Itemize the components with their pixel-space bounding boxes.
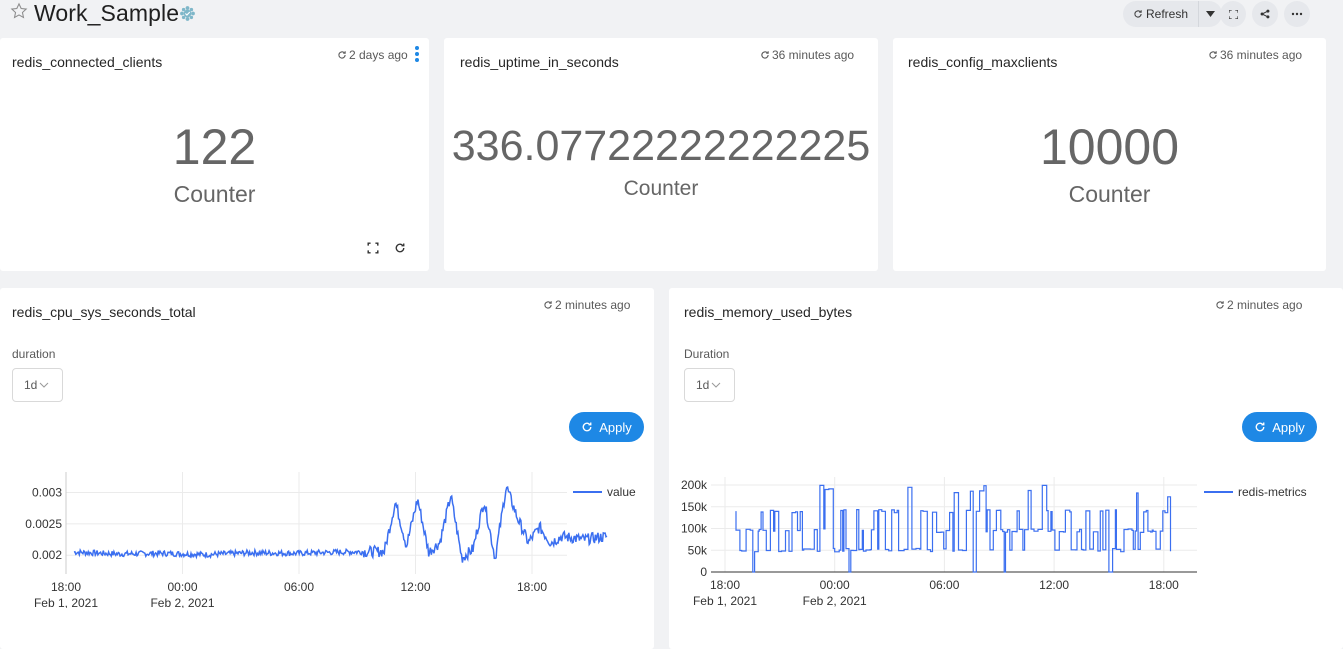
x-tick-label: 06:00 bbox=[284, 580, 314, 594]
more-button[interactable] bbox=[1284, 1, 1310, 27]
card-uptime: redis_uptime_in_seconds 36 minutes ago 3… bbox=[444, 38, 878, 271]
card-title: redis_memory_used_bytes bbox=[684, 304, 853, 320]
y-tick-label: 0.0025 bbox=[25, 517, 62, 531]
x-tick-sublabel: Feb 1, 2021 bbox=[693, 594, 757, 608]
legend-label: value bbox=[607, 485, 636, 499]
refresh-button-group: Refresh bbox=[1123, 1, 1223, 27]
y-tick-label: 0.003 bbox=[32, 486, 62, 500]
metric-value: 10000 bbox=[1039, 119, 1180, 175]
y-tick-label: 200k bbox=[681, 478, 708, 492]
star-icon[interactable] bbox=[10, 2, 28, 20]
refresh-icon bbox=[761, 51, 769, 59]
x-tick-label: 18:00 bbox=[51, 580, 81, 594]
x-tick-sublabel: Feb 2, 2021 bbox=[150, 596, 214, 608]
fullscreen-icon bbox=[1228, 9, 1238, 19]
refresh-label: Refresh bbox=[1146, 7, 1189, 21]
metric-subtitle: Counter bbox=[1068, 181, 1151, 207]
refresh-icon bbox=[544, 301, 552, 309]
card-cpu-sys: redis_cpu_sys_seconds_total 2 minutes ag… bbox=[0, 288, 654, 649]
cpu-line-chart: 0.002 0.0025 0.003 18:00 Feb 1, 2021 00:00 Feb… bbox=[25, 472, 636, 608]
refresh-icon bbox=[1134, 10, 1142, 18]
chevron-down-icon bbox=[712, 382, 721, 388]
metric-value: 122 bbox=[172, 119, 257, 175]
x-tick-label: 00:00 bbox=[167, 580, 197, 594]
last-updated: 36 minutes ago bbox=[760, 48, 854, 62]
duration-select[interactable]: 1d bbox=[12, 368, 63, 402]
caret-down-icon bbox=[1206, 11, 1216, 17]
dashboard-header: Work_Sample Refresh bbox=[0, 0, 1343, 30]
memory-line-chart: 0 50k 100k 150k 200k 18:00 Feb 1, 2021 00:00 Feb… bbox=[681, 477, 1307, 608]
card-title: redis_connected_clients bbox=[12, 54, 163, 70]
metric-value: 336.07722222222225 bbox=[451, 122, 871, 170]
y-tick-label: 0.002 bbox=[32, 548, 62, 562]
apply-button[interactable]: Apply bbox=[1242, 412, 1317, 442]
refresh-options-button[interactable] bbox=[1198, 1, 1222, 27]
last-updated: 2 days ago bbox=[337, 48, 408, 62]
kebab-menu-icon[interactable] bbox=[414, 46, 420, 64]
x-tick-label: 12:00 bbox=[1039, 578, 1069, 592]
duration-label: duration bbox=[12, 347, 56, 361]
card-maxclients: redis_config_maxclients 36 minutes ago 1… bbox=[893, 38, 1326, 271]
refresh-icon bbox=[1209, 51, 1217, 59]
y-tick-label: 0 bbox=[700, 565, 707, 579]
y-tick-label: 50k bbox=[688, 543, 708, 557]
y-tick-label: 150k bbox=[681, 500, 708, 514]
refresh-button[interactable]: Refresh bbox=[1123, 1, 1198, 27]
duration-select[interactable]: 1d bbox=[684, 368, 735, 402]
more-icon bbox=[1291, 12, 1303, 16]
duration-value: 1d bbox=[696, 378, 710, 392]
share-button[interactable] bbox=[1252, 1, 1278, 27]
x-tick-label: 00:00 bbox=[820, 578, 850, 592]
card-memory-used: redis_memory_used_bytes 2 minutes ago Du… bbox=[669, 288, 1343, 649]
refresh-icon bbox=[582, 422, 592, 432]
legend-label: redis-metrics bbox=[1238, 485, 1307, 499]
x-tick-label: 18:00 bbox=[517, 580, 547, 594]
x-tick-label: 18:00 bbox=[710, 578, 740, 592]
certified-icon bbox=[180, 6, 195, 21]
fullscreen-button[interactable] bbox=[1220, 1, 1246, 27]
card-title: redis_config_maxclients bbox=[908, 54, 1058, 70]
apply-label: Apply bbox=[599, 419, 632, 435]
series-line-value bbox=[73, 486, 608, 563]
x-tick-label: 12:00 bbox=[400, 580, 430, 594]
duration-label: Duration bbox=[684, 347, 730, 361]
metric-subtitle: Counter bbox=[623, 177, 699, 200]
refresh-icon bbox=[338, 51, 346, 59]
last-updated: 2 minutes ago bbox=[1215, 298, 1302, 312]
refresh-icon bbox=[1216, 301, 1224, 309]
refresh-icon bbox=[1255, 422, 1265, 432]
last-updated-text: 36 minutes ago bbox=[1220, 48, 1303, 62]
last-updated: 36 minutes ago bbox=[1208, 48, 1302, 62]
page-title: Work_Sample bbox=[34, 0, 180, 26]
x-tick-sublabel: Feb 2, 2021 bbox=[803, 594, 867, 608]
metric-subtitle: Counter bbox=[173, 181, 256, 207]
last-updated-text: 2 minutes ago bbox=[555, 298, 631, 312]
x-tick-sublabel: Feb 1, 2021 bbox=[34, 596, 98, 608]
refresh-icon[interactable] bbox=[394, 242, 406, 254]
fullscreen-icon[interactable] bbox=[367, 242, 379, 254]
card-title: redis_uptime_in_seconds bbox=[460, 54, 619, 70]
apply-label: Apply bbox=[1272, 419, 1305, 435]
apply-button[interactable]: Apply bbox=[569, 412, 644, 442]
last-updated-text: 2 minutes ago bbox=[1227, 298, 1303, 312]
duration-value: 1d bbox=[24, 378, 38, 392]
last-updated-text: 2 days ago bbox=[349, 48, 408, 62]
chevron-down-icon bbox=[40, 382, 49, 388]
share-icon bbox=[1260, 9, 1270, 19]
x-tick-label: 18:00 bbox=[1149, 578, 1179, 592]
x-tick-label: 06:00 bbox=[929, 578, 959, 592]
card-title: redis_cpu_sys_seconds_total bbox=[12, 304, 196, 320]
last-updated: 2 minutes ago bbox=[543, 298, 630, 312]
y-tick-label: 100k bbox=[681, 522, 708, 536]
last-updated-text: 36 minutes ago bbox=[772, 48, 855, 62]
card-connected-clients: redis_connected_clients 2 days ago 122 C… bbox=[0, 38, 429, 271]
